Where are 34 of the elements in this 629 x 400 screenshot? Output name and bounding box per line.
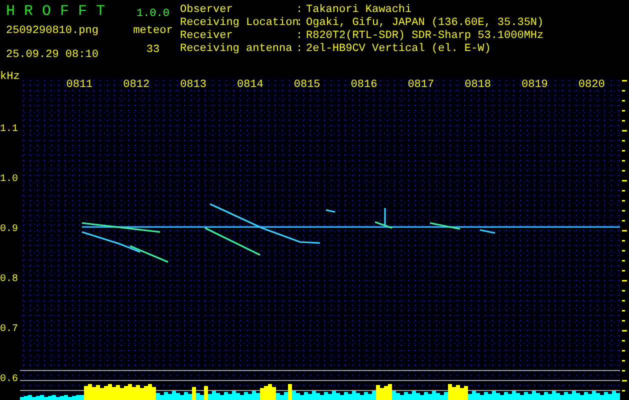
time-label: 0820 [577,78,606,92]
y-axis-label: 0.6 [0,373,20,387]
time-label: 0814 [236,78,264,92]
date-time: 25.09.29 08:10 [6,49,100,62]
version-label: 1.0.0 [136,7,170,21]
time-label: 0819 [520,78,549,92]
y-axis-label: 0.9 [0,223,20,237]
time-label: 0811 [65,78,94,92]
info-label: Observer [180,4,234,17]
time-label: 0816 [350,78,378,92]
info-separator: : [296,30,304,43]
info-value: Takanori Kawachi [306,4,413,17]
y-axis-label: 0.7 [0,323,20,337]
y-axis-label: 1.1 [0,123,20,137]
file-name: 2509290810.png [6,25,100,38]
time-label: 0815 [292,78,322,92]
info-label: Receiving Location [180,17,296,30]
app-title: H R O F F T [6,4,106,20]
meteor-label: meteor [133,25,173,38]
info-label: Receiving antenna [180,43,294,56]
time-label: 0818 [464,78,492,92]
time-label: 0813 [179,78,208,92]
meteor-count: 33 [146,44,160,57]
info-separator: : [296,43,304,56]
info-value: 2el-HB9CV Vertical (el. E-W) [306,43,492,56]
info-value: Ogaki, Gifu, JAPAN (136.60E, 35.35N) [306,17,544,30]
axis-unit: kHz [0,71,20,84]
y-axis-label: 0.8 [0,273,20,287]
info-separator: : [296,4,304,17]
y-axis-label: 1.0 [0,173,20,187]
time-label: 0812 [122,78,151,92]
info-value: R820T2(RTL-SDR) SDR-Sharp 53.1000MHz [306,30,544,43]
time-label: 0817 [406,78,436,92]
info-label: Receiver [180,30,234,43]
